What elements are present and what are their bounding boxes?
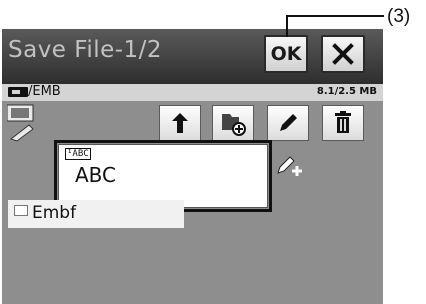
new-folder-button[interactable] — [212, 105, 254, 141]
back-up-arrow-icon — [172, 113, 188, 133]
callout-line-vertical — [286, 15, 288, 37]
ok-button[interactable]: OK — [264, 35, 308, 73]
close-button[interactable] — [321, 35, 365, 73]
file-icon — [14, 205, 28, 216]
callout-line-horizontal — [286, 15, 384, 17]
close-icon — [332, 43, 354, 65]
new-folder-icon — [222, 114, 246, 136]
title-bar: Save File-1/2 OK — [2, 29, 383, 84]
storage-usage: 8.1/2.5 MB — [316, 86, 377, 97]
save-file-screen: Save File-1/2 OK /EMB 8.1/2.5 MB ¹ABC AB… — [2, 29, 383, 304]
pen-tablet-icon — [6, 103, 37, 143]
trash-icon — [335, 111, 351, 133]
edit-name-button[interactable] — [270, 147, 312, 183]
ok-button-label: OK — [270, 43, 302, 65]
pencil-edit-icon — [280, 114, 297, 131]
rename-button[interactable] — [267, 105, 309, 141]
pencil-add-icon — [277, 156, 302, 176]
file-list-item[interactable]: Embf — [8, 200, 184, 228]
current-path: /EMB — [28, 84, 61, 99]
filename-value: ABC — [75, 163, 117, 187]
filename-input[interactable]: ¹ABC ABC — [58, 144, 268, 208]
storage-drive-icon — [8, 87, 28, 97]
parent-folder-button[interactable] — [159, 105, 201, 141]
file-name: Embf — [32, 203, 77, 223]
screen-title: Save File-1/2 — [8, 37, 163, 63]
delete-button[interactable] — [322, 105, 364, 141]
callout-label: (3) — [387, 6, 411, 27]
input-mode-tag: ¹ABC — [65, 148, 91, 160]
path-bar: /EMB 8.1/2.5 MB — [2, 84, 383, 101]
